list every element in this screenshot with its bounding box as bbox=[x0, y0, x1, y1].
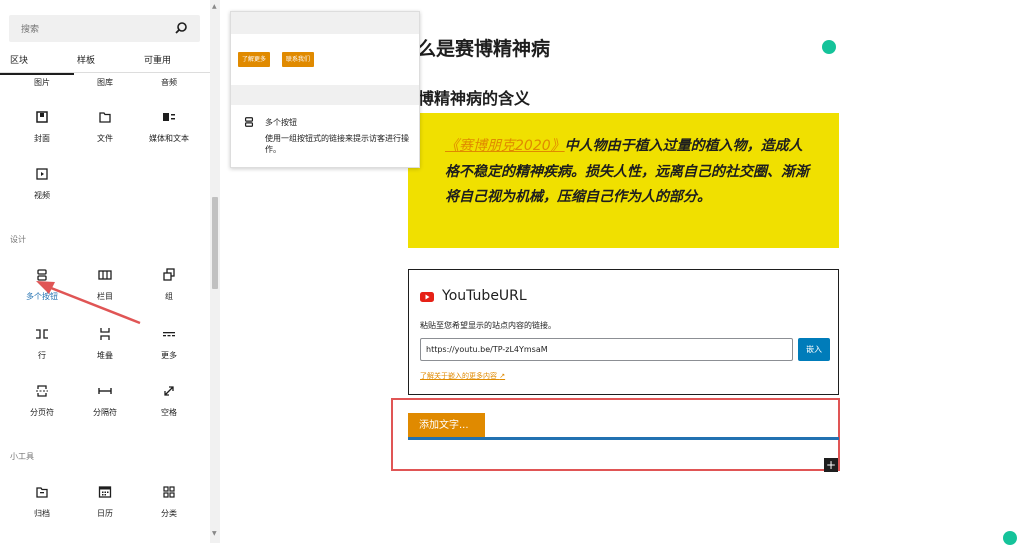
block-audio[interactable]: 音频 bbox=[136, 68, 202, 88]
block-stack[interactable]: 堆叠 bbox=[72, 327, 138, 361]
embed-learn-more-link[interactable]: 了解关于嵌入的更多内容 ↗ bbox=[420, 371, 505, 381]
cover-icon bbox=[36, 111, 48, 123]
scroll-up-icon[interactable]: ▲ bbox=[212, 3, 217, 10]
media-text-icon bbox=[163, 113, 175, 121]
block-group[interactable]: 组 bbox=[136, 268, 202, 302]
separator-icon bbox=[98, 388, 112, 394]
grammarly-icon[interactable] bbox=[822, 40, 836, 54]
block-row[interactable]: 行 bbox=[9, 327, 75, 361]
block-label: 组 bbox=[165, 292, 173, 301]
block-label: 更多 bbox=[161, 351, 177, 360]
block-file[interactable]: 文件 bbox=[72, 110, 138, 144]
block-inserter-sidebar: 搜索 区块 样板 可重用 图片 图库 音频 封面 文件 媒体和文本 视频 设计 … bbox=[0, 0, 220, 543]
block-media-text[interactable]: 媒体和文本 bbox=[136, 110, 202, 144]
block-image[interactable]: 图片 bbox=[9, 68, 75, 88]
sidebar-scrollbar[interactable]: ▲ ▼ bbox=[210, 0, 220, 543]
block-video[interactable]: 视频 bbox=[9, 167, 75, 201]
block-more[interactable]: 更多 bbox=[136, 327, 202, 361]
youtube-icon bbox=[420, 292, 434, 302]
add-text-button[interactable]: 添加文字... bbox=[408, 413, 485, 438]
block-label: 日历 bbox=[97, 509, 113, 518]
preview-top-band bbox=[231, 12, 419, 34]
block-categories[interactable]: 分类 bbox=[136, 485, 202, 519]
block-label: 图库 bbox=[97, 78, 113, 87]
block-page-break[interactable]: 分页符 bbox=[9, 384, 75, 418]
learn-more-text: 了解关于嵌入的更多内容 bbox=[420, 372, 497, 380]
block-archive[interactable]: 归档 bbox=[9, 485, 75, 519]
quote-paragraph[interactable]: 《赛博朋克2020》中人物由于植入过量的植入物，造成人格不稳定的精神疾病。损失人… bbox=[445, 134, 810, 211]
block-label: 文件 bbox=[97, 134, 113, 143]
block-label: 封面 bbox=[34, 134, 50, 143]
block-label: 分页符 bbox=[30, 408, 54, 417]
search-placeholder: 搜索 bbox=[21, 25, 40, 35]
columns-icon bbox=[98, 270, 112, 280]
preview-title: 多个按钮 bbox=[265, 118, 297, 127]
post-subheading[interactable]: 赛博精神病的含义 bbox=[410, 85, 530, 109]
block-label: 归档 bbox=[34, 509, 50, 518]
category-design: 设计 bbox=[10, 235, 26, 244]
block-label: 分类 bbox=[161, 509, 177, 518]
block-separator[interactable]: 分隔符 bbox=[72, 384, 138, 418]
external-link-icon: ↗ bbox=[499, 372, 506, 380]
highlight-paragraph[interactable]: 《赛博朋克2020》中人物由于植入过量的植入物，造成人格不稳定的精神疾病。损失人… bbox=[408, 113, 839, 248]
row-icon bbox=[36, 329, 48, 339]
block-spacer[interactable]: 空格 bbox=[136, 384, 202, 418]
block-label: 栏目 bbox=[97, 292, 113, 301]
block-label: 多个按钮 bbox=[26, 292, 58, 301]
block-label: 分隔符 bbox=[93, 408, 117, 417]
tab-reusable[interactable]: 可重用 bbox=[144, 53, 171, 66]
preview-divider-band bbox=[231, 85, 419, 105]
file-icon bbox=[99, 112, 111, 123]
block-preview-popover: 了解更多 联系我们 多个按钮 使用一组按钮式的链接来提示访客进行操作。 bbox=[230, 11, 420, 168]
stack-icon bbox=[100, 328, 110, 340]
block-label: 音频 bbox=[161, 78, 177, 87]
post-heading[interactable]: 什么是赛博精神病 bbox=[410, 34, 550, 61]
add-block-plus-icon[interactable]: + bbox=[824, 458, 838, 472]
embed-button[interactable]: 嵌入 bbox=[798, 338, 830, 361]
block-label: 行 bbox=[38, 351, 46, 360]
buttons-icon bbox=[244, 117, 254, 127]
tab-patterns[interactable]: 样板 bbox=[77, 53, 95, 66]
group-icon bbox=[163, 268, 175, 281]
embed-title: YouTubeURL bbox=[442, 288, 527, 304]
block-calendar[interactable]: 日历 bbox=[72, 485, 138, 519]
block-columns[interactable]: 栏目 bbox=[72, 268, 138, 302]
search-input[interactable]: 搜索 bbox=[9, 15, 200, 42]
quote-link[interactable]: 《赛博朋克2020》 bbox=[445, 138, 565, 154]
tab-blocks[interactable]: 区块 bbox=[0, 53, 75, 75]
block-label: 媒体和文本 bbox=[149, 134, 189, 143]
block-label: 图片 bbox=[34, 78, 50, 87]
search-icon[interactable] bbox=[174, 21, 188, 35]
embed-instructions: 粘贴至您希望显示的站点内容的链接。 bbox=[420, 321, 556, 330]
block-selected-underline bbox=[408, 437, 839, 440]
block-label: 视频 bbox=[34, 191, 50, 200]
preview-button-learn-more: 了解更多 bbox=[238, 52, 271, 67]
preview-description: 使用一组按钮式的链接来提示访客进行操作。 bbox=[265, 134, 409, 154]
page-break-icon bbox=[36, 385, 48, 397]
embed-url-input[interactable]: https://youtu.be/TP-zL4YmsaM bbox=[420, 338, 793, 361]
spacer-icon bbox=[164, 386, 174, 396]
scrollbar-thumb[interactable] bbox=[212, 197, 218, 289]
more-icon bbox=[163, 332, 175, 337]
block-buttons[interactable]: 多个按钮 bbox=[9, 268, 75, 302]
block-cover[interactable]: 封面 bbox=[9, 110, 75, 144]
categories-icon bbox=[163, 486, 175, 498]
scroll-down-icon[interactable]: ▼ bbox=[212, 530, 217, 537]
archive-icon bbox=[36, 487, 48, 498]
preview-button-contact: 联系我们 bbox=[282, 52, 315, 67]
calendar-icon bbox=[98, 486, 112, 498]
youtube-embed-block[interactable]: YouTubeURL 粘贴至您希望显示的站点内容的链接。 https://you… bbox=[408, 269, 839, 395]
category-widgets: 小工具 bbox=[10, 452, 34, 461]
buttons-icon bbox=[37, 269, 47, 281]
block-label: 空格 bbox=[161, 408, 177, 417]
block-label: 堆叠 bbox=[97, 351, 113, 360]
block-gallery[interactable]: 图库 bbox=[72, 68, 138, 88]
video-icon bbox=[36, 168, 48, 180]
